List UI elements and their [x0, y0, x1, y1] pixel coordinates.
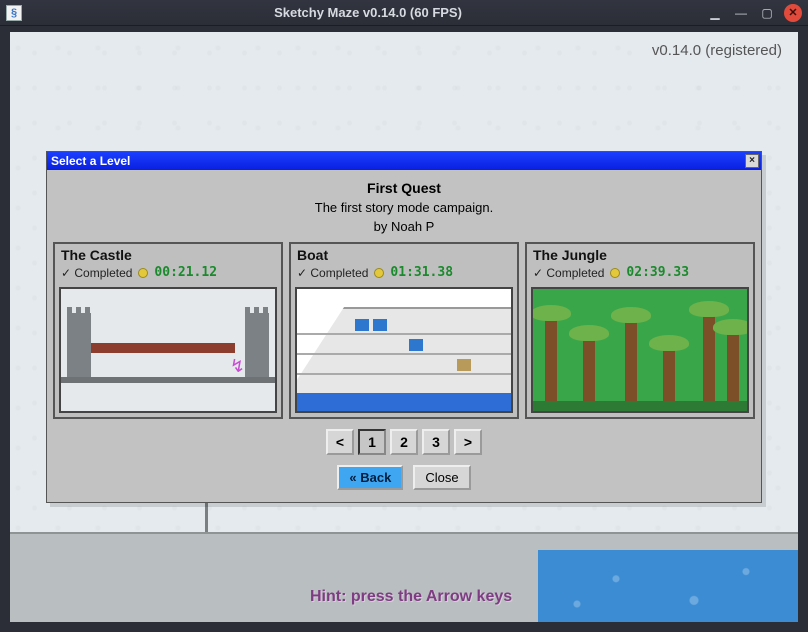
modal-close-icon[interactable]: ×: [745, 154, 759, 168]
level-status: ✓ Completed: [297, 266, 368, 280]
level-time: 00:21.12: [154, 265, 217, 280]
level-name: The Castle: [61, 247, 275, 263]
level-time: 02:39.33: [626, 265, 689, 280]
quest-header: First Quest The first story mode campaig…: [53, 176, 755, 242]
window-minimize-icon[interactable]: —: [732, 4, 750, 22]
window-maximize-icon[interactable]: ▢: [758, 4, 776, 22]
back-button[interactable]: « Back: [337, 465, 403, 490]
os-titlebar: § Sketchy Maze v0.14.0 (60 FPS) ▁ — ▢ ✕: [0, 0, 808, 26]
os-window: § Sketchy Maze v0.14.0 (60 FPS) ▁ — ▢ ✕ …: [0, 0, 808, 632]
coin-icon: [610, 268, 620, 278]
level-thumbnail: [531, 287, 749, 413]
window-min-icon[interactable]: ▁: [706, 4, 724, 22]
level-thumbnail: ↯: [59, 287, 277, 413]
os-window-title: Sketchy Maze v0.14.0 (60 FPS): [30, 5, 706, 20]
coin-icon: [138, 268, 148, 278]
close-button[interactable]: Close: [413, 465, 470, 490]
level-card-jungle[interactable]: The Jungle ✓ Completed 02:39.33: [525, 242, 755, 419]
window-close-icon[interactable]: ✕: [784, 4, 802, 22]
modal-titlebar[interactable]: Select a Level ×: [47, 152, 761, 170]
pager-page-3[interactable]: 3: [422, 429, 450, 455]
quest-title: First Quest: [53, 180, 755, 196]
level-grid: The Castle ✓ Completed 00:21.12 ↯: [53, 242, 755, 419]
modal-actions: « Back Close: [53, 465, 755, 490]
level-select-modal: Select a Level × First Quest The first s…: [46, 151, 762, 503]
level-card-castle[interactable]: The Castle ✓ Completed 00:21.12 ↯: [53, 242, 283, 419]
game-viewport: v0.14.0 (registered) Hint: press the Arr…: [0, 26, 808, 632]
pager-page-1[interactable]: 1: [358, 429, 386, 455]
quest-subtitle: The first story mode campaign.: [53, 200, 755, 215]
level-card-boat[interactable]: Boat ✓ Completed 01:31.38: [289, 242, 519, 419]
pager-next-button[interactable]: >: [454, 429, 482, 455]
water: [538, 550, 798, 622]
app-icon: §: [6, 5, 22, 21]
level-name: Boat: [297, 247, 511, 263]
window-controls: ▁ — ▢ ✕: [706, 4, 802, 22]
coin-icon: [374, 268, 384, 278]
level-time: 01:31.38: [390, 265, 453, 280]
modal-body: First Quest The first story mode campaig…: [47, 170, 761, 502]
pager: < 1 2 3 >: [53, 429, 755, 455]
level-status: ✓ Completed: [533, 266, 604, 280]
version-label: v0.14.0 (registered): [652, 42, 782, 59]
quest-author: by Noah P: [53, 219, 755, 234]
level-status: ✓ Completed: [61, 266, 132, 280]
pager-prev-button[interactable]: <: [326, 429, 354, 455]
hint-text: Hint: press the Arrow keys: [310, 588, 512, 606]
level-thumbnail: [295, 287, 513, 413]
pager-page-2[interactable]: 2: [390, 429, 418, 455]
modal-title: Select a Level: [51, 154, 130, 168]
level-name: The Jungle: [533, 247, 747, 263]
